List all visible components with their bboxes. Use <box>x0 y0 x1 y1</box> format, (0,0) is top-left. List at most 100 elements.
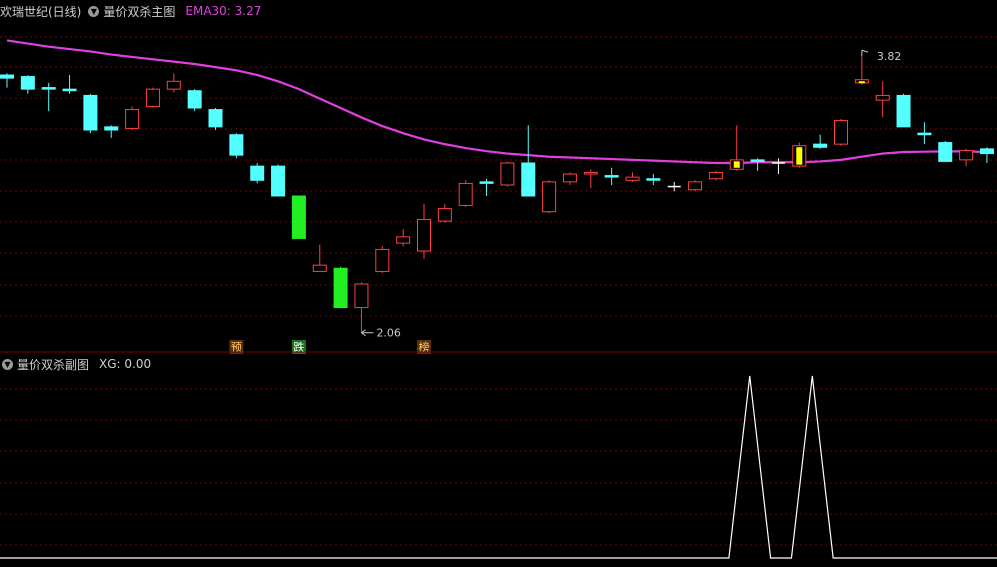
candle-body <box>959 149 974 161</box>
candle-body <box>0 74 14 79</box>
bottom-status-strip <box>0 560 997 567</box>
candle-body <box>708 171 723 180</box>
candle-body <box>458 182 473 206</box>
signal-marker <box>858 81 865 84</box>
candle <box>145 87 160 108</box>
candle-body <box>208 109 223 128</box>
candle <box>187 89 202 112</box>
candle-body <box>938 142 953 162</box>
candle <box>208 108 223 130</box>
candle <box>750 158 765 171</box>
candle-body <box>979 148 994 155</box>
candle-body <box>604 175 619 178</box>
candle <box>708 170 723 181</box>
candle-body <box>291 195 306 239</box>
high-flag-icon <box>861 49 869 57</box>
candle <box>20 75 35 94</box>
candle <box>729 125 744 171</box>
candle-body <box>125 109 140 129</box>
candle <box>959 148 974 167</box>
candle-body <box>62 88 77 92</box>
candle-body <box>166 80 181 90</box>
candle <box>604 167 619 185</box>
candle-body <box>750 159 765 162</box>
candle-body <box>437 208 452 222</box>
candle <box>688 180 703 192</box>
candle-body <box>396 236 411 244</box>
candle <box>125 106 140 130</box>
candle-body <box>312 264 327 272</box>
candle-body <box>20 76 35 90</box>
candle <box>938 141 953 162</box>
signal-marker <box>796 147 803 165</box>
candle-body <box>83 94 98 131</box>
candle-body <box>583 171 598 175</box>
candle-body <box>417 219 431 252</box>
candle <box>792 142 807 168</box>
candle <box>417 203 431 259</box>
candle-body <box>834 120 848 145</box>
candle-body <box>813 143 828 148</box>
candle-body <box>500 162 515 186</box>
candle <box>166 73 181 93</box>
annotations: 3.822.06预跌榜 <box>229 49 902 354</box>
candle <box>583 169 598 189</box>
candle <box>104 125 119 138</box>
candle-body <box>562 173 577 183</box>
candle-body <box>625 176 640 181</box>
candle <box>312 244 327 272</box>
xg-line <box>0 375 997 559</box>
candle <box>542 180 557 214</box>
candle <box>396 229 411 247</box>
candle <box>813 134 828 149</box>
candle <box>458 180 473 207</box>
candle <box>41 82 56 112</box>
candle <box>333 266 348 309</box>
candle <box>375 246 390 273</box>
candle <box>979 147 994 163</box>
candle <box>83 93 98 134</box>
low-price-label: 2.06 <box>376 327 401 340</box>
candle-body <box>271 165 286 197</box>
candle <box>917 122 932 145</box>
candle <box>229 133 244 159</box>
signal-marker <box>733 161 740 168</box>
candle-body <box>875 94 890 101</box>
candle <box>562 172 577 185</box>
candle <box>834 119 848 146</box>
candle <box>521 125 536 197</box>
candle-body <box>917 132 932 136</box>
candle-body <box>521 162 536 197</box>
candle <box>291 195 306 239</box>
candle <box>875 81 890 118</box>
candle-body <box>250 165 265 181</box>
candle-body <box>145 88 160 107</box>
candle <box>62 75 77 94</box>
candle <box>479 178 494 196</box>
candle <box>500 161 515 187</box>
candle <box>667 181 681 192</box>
candle <box>625 172 640 182</box>
candle <box>854 56 869 85</box>
candle <box>646 174 661 185</box>
candle <box>0 73 14 88</box>
candle-body <box>646 178 661 181</box>
candle-body <box>896 94 911 128</box>
candle <box>437 203 452 223</box>
candle-body <box>187 90 202 109</box>
xg-path <box>0 375 997 559</box>
low-arrow-icon <box>361 329 374 337</box>
grid-lines <box>0 36 997 546</box>
price-chart[interactable]: 3.822.06预跌榜 <box>0 0 997 567</box>
candle <box>771 158 785 174</box>
candle-body <box>354 283 369 309</box>
candle-body <box>542 181 557 213</box>
candle-body <box>333 267 348 309</box>
candle-body <box>41 87 56 90</box>
candle-body <box>479 181 494 184</box>
candle <box>250 163 265 184</box>
candle-body <box>104 126 119 131</box>
high-price-label: 3.82 <box>877 50 902 63</box>
candle <box>271 164 286 197</box>
candle-body <box>688 181 703 191</box>
